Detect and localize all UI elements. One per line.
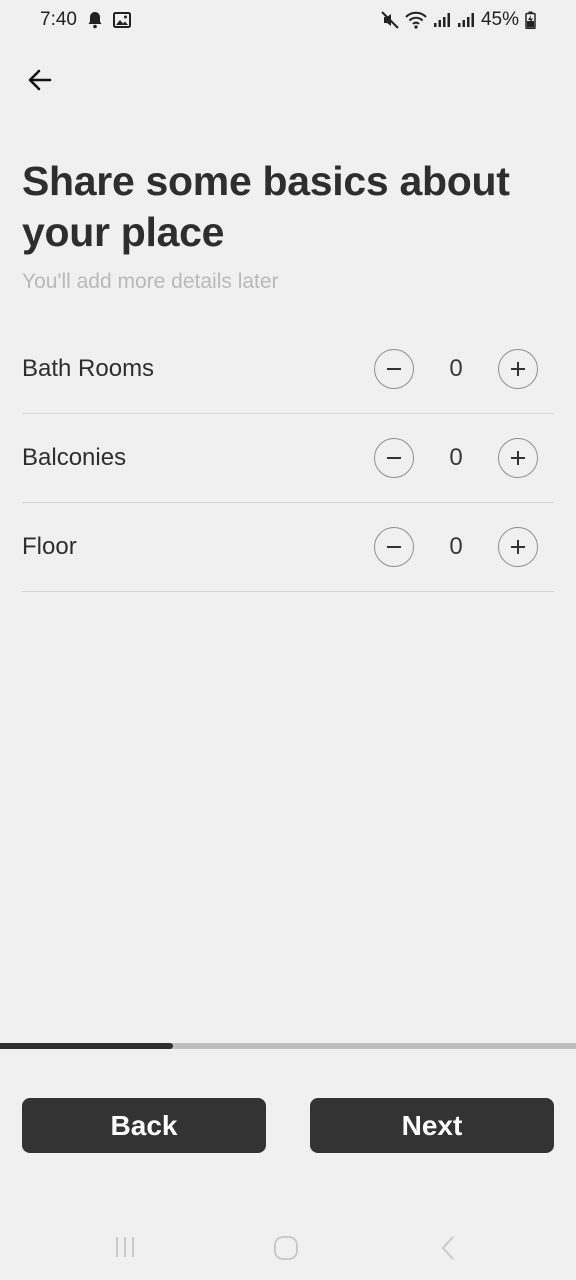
- minus-icon: [387, 368, 401, 370]
- notification-bell-icon: [87, 11, 103, 29]
- quantity-stepper: 0: [374, 438, 538, 478]
- minus-icon: [387, 546, 401, 548]
- counter-value: 0: [449, 533, 463, 560]
- signal-icon: [433, 12, 451, 28]
- plus-icon: [511, 540, 525, 554]
- battery-percent: 45%: [480, 9, 519, 30]
- decrement-button[interactable]: [374, 527, 414, 567]
- arrow-left-icon[interactable]: [22, 62, 58, 98]
- counter-value: 0: [449, 444, 463, 471]
- progress-bar: [0, 1043, 576, 1049]
- wifi-icon: [405, 11, 427, 29]
- status-time: 7:40: [40, 9, 77, 30]
- counter-row-bath-rooms: Bath Rooms 0: [22, 325, 554, 414]
- counter-row-balconies: Balconies 0: [22, 414, 554, 503]
- quantity-stepper: 0: [374, 527, 538, 567]
- next-button[interactable]: Next: [310, 1098, 554, 1153]
- screen: 7:40 45% Share some basics about your pl…: [0, 0, 576, 1280]
- page-subtitle: You'll add more details later: [22, 270, 279, 293]
- system-nav-bar: [0, 1222, 576, 1274]
- counter-value: 0: [449, 355, 463, 382]
- battery-charging-icon: [525, 11, 536, 29]
- status-bar: 7:40 45%: [0, 0, 576, 42]
- quantity-stepper: 0: [374, 349, 538, 389]
- home-icon[interactable]: [272, 1234, 300, 1267]
- recent-apps-icon[interactable]: [113, 1234, 137, 1265]
- counter-label: Balconies: [22, 444, 127, 471]
- page-title: Share some basics about your place: [22, 158, 510, 255]
- increment-button[interactable]: [498, 527, 538, 567]
- plus-icon: [511, 362, 525, 376]
- mute-icon: [381, 11, 399, 29]
- decrement-button[interactable]: [374, 349, 414, 389]
- counter-label: Bath Rooms: [22, 355, 155, 382]
- signal-icon: [457, 12, 475, 28]
- back-nav-icon[interactable]: [438, 1234, 458, 1267]
- counter-list: Bath Rooms 0 Balconies 0 Floor 0: [22, 325, 554, 592]
- decrement-button[interactable]: [374, 438, 414, 478]
- increment-button[interactable]: [498, 349, 538, 389]
- counter-label: Floor: [22, 533, 77, 560]
- counter-row-floor: Floor 0: [22, 503, 554, 592]
- image-icon: [112, 12, 131, 28]
- minus-icon: [387, 457, 401, 459]
- status-right: 45%: [381, 9, 536, 31]
- status-left: 7:40: [40, 9, 131, 31]
- increment-button[interactable]: [498, 438, 538, 478]
- back-button[interactable]: Back: [22, 1098, 266, 1153]
- plus-icon: [511, 451, 525, 465]
- progress-fill: [0, 1043, 173, 1049]
